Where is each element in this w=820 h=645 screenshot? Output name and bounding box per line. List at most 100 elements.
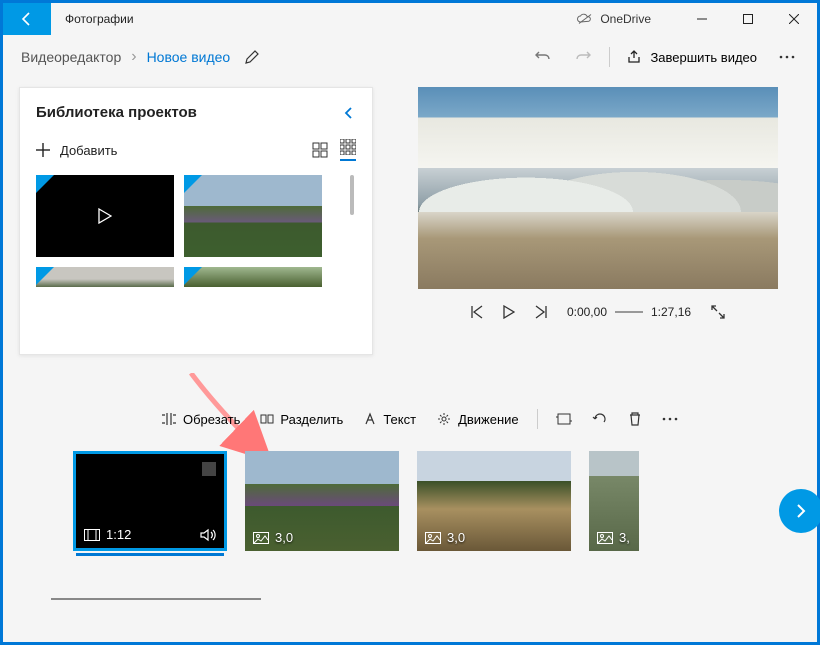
cloud-icon <box>576 10 594 28</box>
storyboard-clip[interactable]: 3,0 <box>245 451 399 551</box>
onedrive-status[interactable]: OneDrive <box>576 10 651 28</box>
library-item[interactable] <box>36 267 174 287</box>
split-icon <box>260 412 274 426</box>
speaker-icon <box>200 528 216 542</box>
motion-button[interactable]: Движение <box>428 407 527 431</box>
preview-panel: 0:00,00 1:27,16 <box>407 87 789 319</box>
edit-name-button[interactable] <box>244 49 260 65</box>
timeline-scrollbar[interactable] <box>51 598 261 600</box>
maximize-button[interactable] <box>725 3 771 35</box>
app-title: Фотографии <box>65 12 134 26</box>
clip-sound-button[interactable] <box>200 528 216 542</box>
titlebar: Фотографии OneDrive <box>3 3 817 35</box>
clip-toolbar: Обрезать Разделить Текст Движение <box>153 407 686 431</box>
play-icon <box>98 208 112 224</box>
more-button[interactable] <box>767 39 807 75</box>
clip-duration: 3,0 <box>275 530 293 545</box>
text-icon <box>363 412 377 426</box>
arrow-left-icon <box>19 11 35 27</box>
finish-video-button[interactable]: Завершить видео <box>616 49 767 65</box>
add-label: Добавить <box>60 143 117 158</box>
trim-label: Обрезать <box>183 412 240 427</box>
undo-icon <box>534 48 552 66</box>
trash-icon <box>628 411 642 427</box>
motion-icon <box>436 411 452 427</box>
add-media-button[interactable]: Добавить <box>36 143 117 158</box>
clip-underline <box>76 553 224 556</box>
library-item[interactable] <box>184 175 322 257</box>
time-total: 1:27,16 <box>651 305 691 319</box>
export-icon <box>626 49 642 65</box>
image-icon <box>425 532 441 544</box>
breadcrumb-root[interactable]: Видеоредактор <box>21 49 121 65</box>
library-grid <box>36 175 356 257</box>
play-button[interactable] <box>503 305 515 319</box>
trim-button[interactable]: Обрезать <box>153 408 248 431</box>
rotate-icon <box>592 411 608 427</box>
grid-large-icon <box>312 142 328 158</box>
close-icon <box>789 14 799 24</box>
image-icon <box>597 532 613 544</box>
clip-duration: 3,0 <box>447 530 465 545</box>
play-icon <box>503 305 515 319</box>
preview-frame[interactable] <box>418 87 778 289</box>
player-controls: 0:00,00 1:27,16 <box>407 305 789 319</box>
trim-icon <box>161 412 177 426</box>
minimize-icon <box>697 14 707 24</box>
split-label: Разделить <box>280 412 343 427</box>
back-button[interactable] <box>3 3 51 35</box>
view-toggle <box>312 139 356 161</box>
step-forward-icon <box>535 305 547 319</box>
window-controls <box>679 3 817 35</box>
prev-frame-button[interactable] <box>471 305 483 319</box>
grid-small-icon <box>340 139 356 155</box>
close-button[interactable] <box>771 3 817 35</box>
clip-duration: 3, <box>619 530 630 545</box>
undo-button[interactable] <box>523 39 563 75</box>
storyboard-clip[interactable]: 3, <box>589 451 639 551</box>
rotate-button[interactable] <box>584 407 616 431</box>
view-small-button[interactable] <box>340 139 356 161</box>
progress-bar[interactable] <box>615 311 643 313</box>
collapse-library-button[interactable] <box>342 106 356 120</box>
split-button[interactable]: Разделить <box>252 408 351 431</box>
used-tag <box>184 267 202 285</box>
storyboard-clip[interactable]: 3,0 <box>417 451 571 551</box>
next-frame-button[interactable] <box>535 305 547 319</box>
redo-button[interactable] <box>563 39 603 75</box>
library-scrollbar[interactable] <box>350 175 354 215</box>
library-title: Библиотека проектов <box>36 104 197 121</box>
separator <box>537 409 538 429</box>
text-label: Текст <box>383 412 416 427</box>
chevron-right-icon <box>793 503 809 519</box>
step-back-icon <box>471 305 483 319</box>
separator <box>609 47 610 67</box>
ellipsis-icon <box>779 55 795 59</box>
maximize-icon <box>743 14 753 24</box>
fullscreen-icon <box>711 305 725 319</box>
clip-more-button[interactable] <box>654 413 686 425</box>
video-icon <box>84 529 100 541</box>
clip-duration: 1:12 <box>106 527 131 542</box>
delete-button[interactable] <box>620 407 650 431</box>
used-tag <box>36 175 54 193</box>
crop-icon <box>556 412 572 426</box>
onedrive-label: OneDrive <box>600 12 651 26</box>
fullscreen-button[interactable] <box>711 305 725 319</box>
scroll-right-button[interactable] <box>779 489 820 533</box>
storyboard[interactable]: 1:12 3,0 3,0 3, <box>73 451 817 551</box>
ellipsis-icon <box>662 417 678 421</box>
breadcrumb-current[interactable]: Новое видео <box>147 49 231 65</box>
storyboard-clip[interactable]: 1:12 <box>73 451 227 551</box>
library-item[interactable] <box>184 267 322 287</box>
selection-handle[interactable] <box>202 462 216 476</box>
time-current: 0:00,00 <box>567 305 607 319</box>
minimize-button[interactable] <box>679 3 725 35</box>
text-button[interactable]: Текст <box>355 408 424 431</box>
image-icon <box>253 532 269 544</box>
crop-button[interactable] <box>548 408 580 430</box>
library-item[interactable] <box>36 175 174 257</box>
chevron-right-icon: › <box>131 48 136 66</box>
view-large-button[interactable] <box>312 142 328 158</box>
redo-icon <box>574 48 592 66</box>
